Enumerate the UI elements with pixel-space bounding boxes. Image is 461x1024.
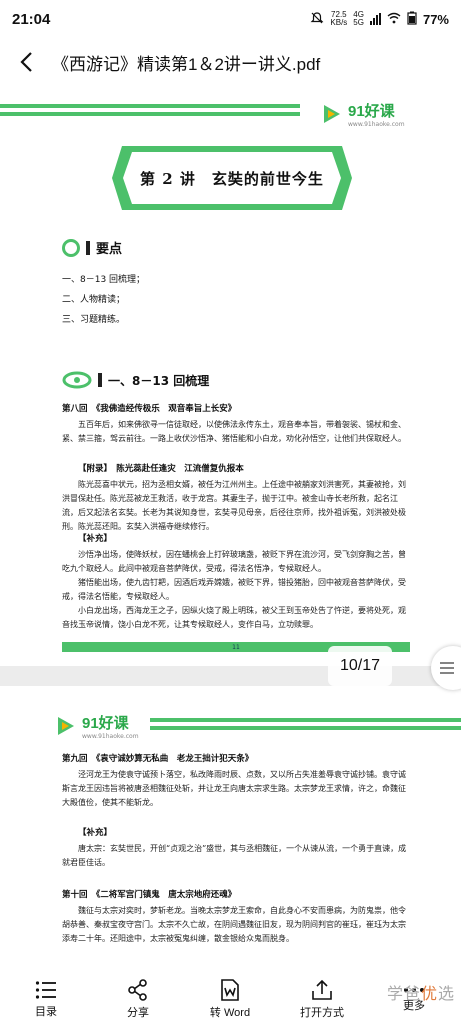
menu-icon xyxy=(440,662,454,674)
chevron-left-icon xyxy=(20,52,32,72)
pdf-viewer[interactable]: 91好课 www.91haoke.com 第 2 讲 玄奘的前世今生 要点 一、… xyxy=(0,86,461,974)
list-item: 三、习题精练。 xyxy=(62,315,126,325)
footer-page-number: 11 xyxy=(232,643,240,651)
pdf-page: 91好课 www.91haoke.com 第九回 《袁守诚妙算无私曲 老龙王拙计… xyxy=(0,686,461,974)
watermark: 学爸优选 xyxy=(386,984,455,1003)
list-icon xyxy=(35,980,56,999)
word-file-icon xyxy=(221,978,239,1001)
supplement-label: 【补充】 xyxy=(78,828,113,838)
toc-button[interactable]: 目录 xyxy=(0,974,92,1024)
signal-icon xyxy=(369,13,381,25)
header-stripe xyxy=(150,718,461,722)
convert-word-button[interactable]: 转 Word xyxy=(184,974,276,1024)
share-button[interactable]: 分享 xyxy=(92,974,184,1024)
open-with-button[interactable]: 打开方式 xyxy=(276,974,368,1024)
pdf-page: 91好课 www.91haoke.com 第 2 讲 玄奘的前世今生 要点 一、… xyxy=(0,86,461,666)
brand-logo: 91好课 www.91haoke.com xyxy=(54,712,139,740)
status-time: 21:04 xyxy=(12,10,51,28)
paragraph: 陈光蕊喜中状元，招为丞相女婿，被任为江州州主。上任途中被艄家刘洪害死，其妻被抢，… xyxy=(62,480,406,531)
open-with-icon xyxy=(312,979,332,1000)
page-indicator: 10/17 xyxy=(328,646,392,686)
battery-level: 77% xyxy=(422,11,449,27)
play-logo-icon xyxy=(324,105,340,123)
paragraph: 沙悟净出场，使降妖杖，因在蟠桃会上打碎玻璃盏，被贬下界在流沙河，受飞剑穿胸之苦，… xyxy=(62,550,406,573)
paragraph: 唐太宗：玄奘世民，开创“贞观之治”盛世，其与丞相魏征，一个从谏从流，一个勇于直谏… xyxy=(62,844,407,867)
lecture-title: 第 2 讲 玄奘的前世今生 xyxy=(140,169,324,188)
header-stripe xyxy=(0,112,300,116)
chapter-title: 第八回 《我佛造经传极乐 观音奉旨上长安》 xyxy=(62,404,237,414)
side-menu-handle[interactable] xyxy=(431,646,461,690)
network-type: 4G 5G xyxy=(353,10,364,27)
mute-icon xyxy=(310,11,324,28)
header-stripe xyxy=(150,726,461,730)
chapter-title: 第十回 《二将军宫门镇鬼 唐太宗地府还魂》 xyxy=(62,890,237,900)
paragraph: 五百年后，如来佛欲寻一信徒取经，以使佛法永传东土，观音奉本旨，带着袈裟、锡杖和金… xyxy=(62,420,406,443)
paragraph: 小白龙出场，西海龙王之子，因纵火烧了殿上明珠，被父王到玉帝处告了忤逆，要将处死，… xyxy=(62,606,406,629)
paragraph: 猪悟能出场，使九齿钉耙，因酒后戏弄嫦娥，被贬下界，错投猪胎，回中被观音菩萨降伏，… xyxy=(62,578,406,601)
battery-icon xyxy=(407,11,417,28)
brand-logo: 91好课 www.91haoke.com xyxy=(320,100,405,128)
section-heading: 一、8－13 回梳理 xyxy=(62,371,209,389)
lightbulb-icon xyxy=(62,371,92,389)
list-item: 一、8－13 回梳理； xyxy=(62,275,146,285)
play-logo-icon xyxy=(58,717,74,735)
header-stripe xyxy=(0,104,300,108)
wifi-icon xyxy=(387,12,401,27)
paragraph: 泾河龙王为使袁守诚预卜落空，私改降雨时辰、点数，又以所占失准羞辱袁守诚抄铺。袁守… xyxy=(62,770,406,807)
back-button[interactable] xyxy=(0,38,52,86)
net-speed: 72.5 KB/s xyxy=(330,10,348,27)
status-bar: 21:04 72.5 KB/s 4G 5G 77% xyxy=(0,0,461,38)
chapter-title: 第九回 《袁守诚妙算无私曲 老龙王拙计犯天条》 xyxy=(62,754,254,764)
share-icon xyxy=(128,978,147,1001)
document-title: 《西游记》精读第1＆2讲ー讲义.pdf xyxy=(52,54,321,74)
target-icon xyxy=(62,238,80,257)
appendix-label: 【附录】 陈光蕊赴任逢灾 江流僧复仇报本 xyxy=(78,464,244,474)
paragraph: 魏征与太宗对奕时，梦斩老龙。当晚太宗梦龙王索命，自此身心不安而患病，为防鬼祟，他… xyxy=(62,906,406,943)
list-item: 二、人物精读； xyxy=(62,295,126,305)
supplement-label: 【补充】 xyxy=(78,534,113,544)
title-bar: 《西游记》精读第1＆2讲ー讲义.pdf xyxy=(0,38,461,86)
key-points-heading: 要点 xyxy=(62,238,122,257)
status-icons: 72.5 KB/s 4G 5G 77% xyxy=(310,11,449,28)
